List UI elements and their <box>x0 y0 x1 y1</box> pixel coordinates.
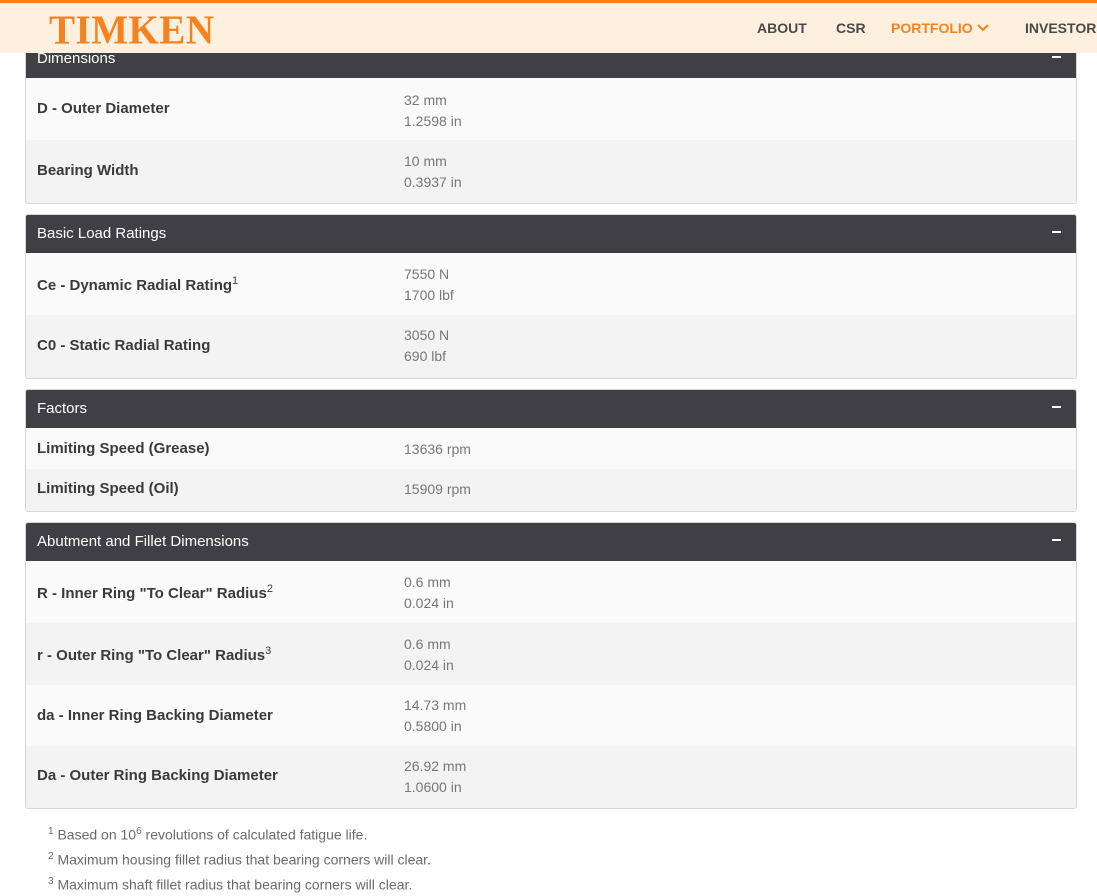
spec-label: da - Inner Ring Backing Diameter <box>37 707 273 724</box>
nav-item-portfolio[interactable]: PORTFOLIO <box>891 20 989 36</box>
collapse-icon[interactable] <box>1048 390 1066 428</box>
spec-label: Ce - Dynamic Radial Rating1 <box>37 275 239 294</box>
spec-row: Limiting Speed (Oil) 15909 rpm <box>26 469 1076 511</box>
spec-row: Ce - Dynamic Radial Rating1 7550 N 1700 l… <box>26 253 1076 315</box>
nav-item-about[interactable]: ABOUT <box>757 20 807 36</box>
spec-row: D - Outer Diameter 32 mm 1.2598 in <box>26 78 1076 140</box>
spec-value: 14.73 mm 0.5800 in <box>404 697 467 734</box>
spec-value: 3050 N 690 lbf <box>404 327 450 364</box>
footnote: 2 Maximum housing fillet radius that bea… <box>48 851 431 868</box>
panel-header[interactable]: Basic Load Ratings <box>26 215 1076 253</box>
collapse-icon[interactable] <box>1048 215 1066 253</box>
spec-value: 15909 rpm <box>404 481 471 497</box>
panel-title: Basic Load Ratings <box>37 225 167 242</box>
panel-abutment-fillet: Abutment and Fillet Dimensions R - Inner… <box>25 522 1077 809</box>
spec-value: 26.92 mm 1.0600 in <box>404 758 467 795</box>
spec-value: 0.6 mm 0.024 in <box>404 574 454 611</box>
spec-label: R - Inner Ring "To Clear" Radius2 <box>37 583 273 602</box>
panel-dimensions: Dimensions D - Outer Diameter 32 mm 1.259… <box>25 39 1077 204</box>
spec-label: Limiting Speed (Grease) <box>37 440 210 457</box>
spec-value: 10 mm 0.3937 in <box>404 153 462 190</box>
main-nav: ABOUT CSR PORTFOLIO INVESTORS <box>0 20 1097 40</box>
footnote: 3 Maximum shaft fillet radius that beari… <box>48 876 413 893</box>
panel-factors: Factors Limiting Speed (Grease) 13636 rp… <box>25 389 1077 512</box>
footnote: 1 Based on 106 revolutions of calculated… <box>48 826 368 843</box>
spec-label: r - Outer Ring "To Clear" Radius3 <box>37 645 272 664</box>
spec-label: D - Outer Diameter <box>37 100 170 117</box>
spec-label: C0 - Static Radial Rating <box>37 337 211 354</box>
spec-row: da - Inner Ring Backing Diameter 14.73 m… <box>26 685 1076 746</box>
spec-row: Da - Outer Ring Backing Diameter 26.92 m… <box>26 746 1076 808</box>
spec-row: Bearing Width 10 mm 0.3937 in <box>26 140 1076 203</box>
spec-value: 13636 rpm <box>404 441 471 457</box>
spec-row: Limiting Speed (Grease) 13636 rpm <box>26 428 1076 469</box>
spec-row: C0 - Static Radial Rating 3050 N 690 lbf <box>26 315 1076 378</box>
spec-label: Bearing Width <box>37 162 139 179</box>
footnotes: 1 Based on 106 revolutions of calculated… <box>48 821 431 896</box>
spec-value: 32 mm 1.2598 in <box>404 92 462 129</box>
chevron-down-icon <box>976 24 989 32</box>
spec-row: R - Inner Ring "To Clear" Radius2 0.6 mm… <box>26 561 1076 623</box>
panel-title: Abutment and Fillet Dimensions <box>37 533 249 550</box>
nav-item-investors[interactable]: INVESTORS <box>1025 20 1097 36</box>
panel-header[interactable]: Factors <box>26 390 1076 428</box>
site-header: TIMKEN ABOUT CSR PORTFOLIO INVESTORS <box>0 0 1097 53</box>
spec-label: Da - Outer Ring Backing Diameter <box>37 767 278 784</box>
nav-item-csr[interactable]: CSR <box>836 20 866 36</box>
panel-title: Factors <box>37 400 88 417</box>
spec-label: Limiting Speed (Oil) <box>37 480 179 497</box>
spec-value: 7550 N 1700 lbf <box>404 266 454 303</box>
spec-row: r - Outer Ring "To Clear" Radius3 0.6 mm… <box>26 623 1076 685</box>
panel-basic-load-ratings: Basic Load Ratings Ce - Dynamic Radial R… <box>25 214 1077 379</box>
panel-header[interactable]: Abutment and Fillet Dimensions <box>26 523 1076 561</box>
spec-value: 0.6 mm 0.024 in <box>404 636 454 673</box>
collapse-icon[interactable] <box>1048 523 1066 561</box>
